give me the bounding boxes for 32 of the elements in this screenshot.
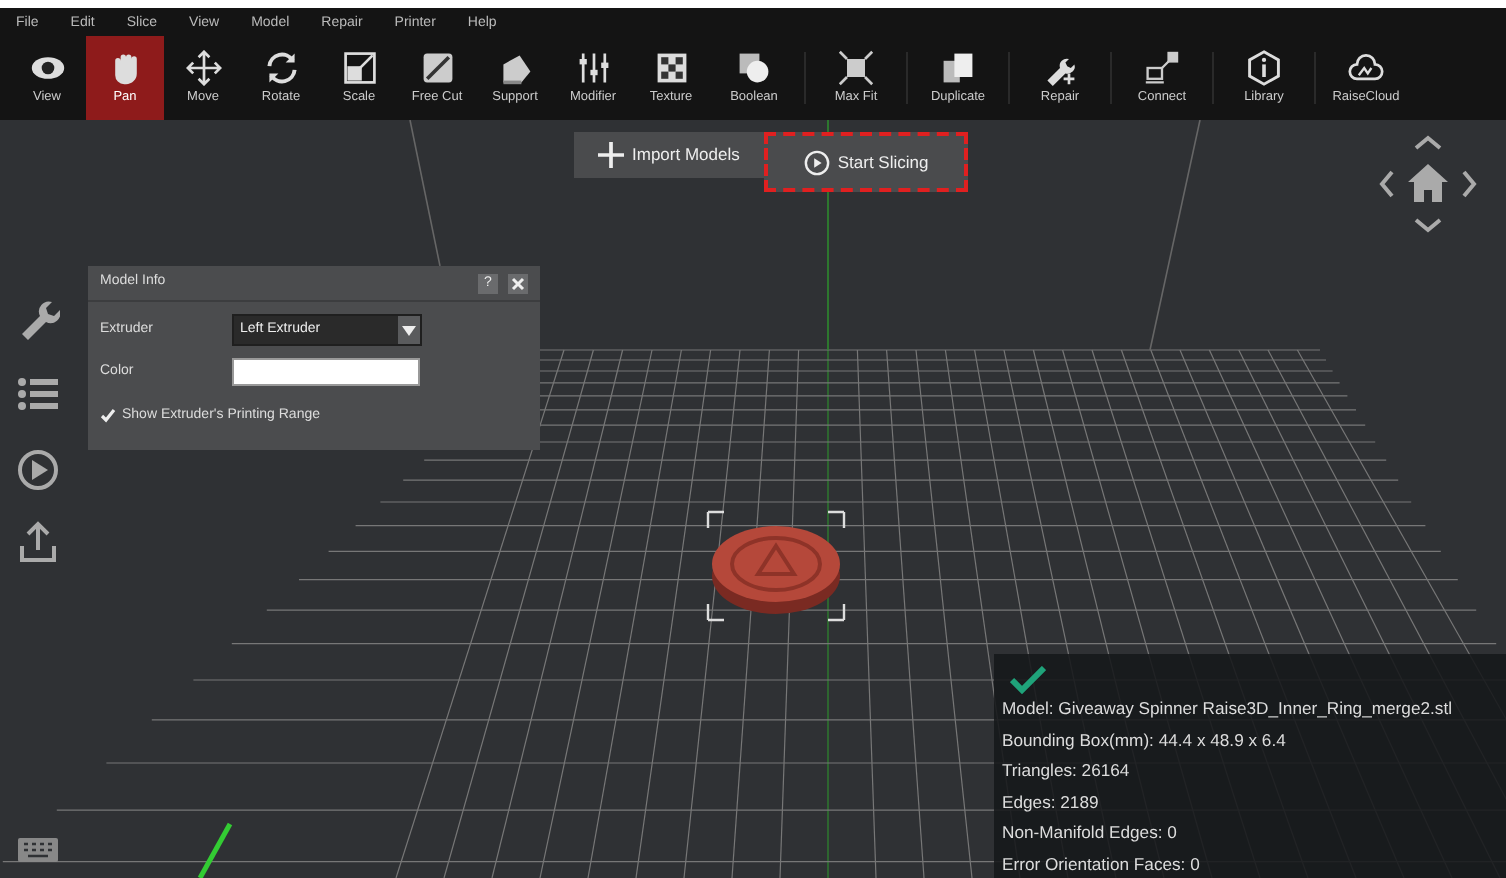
duplicate-icon xyxy=(940,50,976,87)
support-icon xyxy=(497,50,533,87)
plus-icon xyxy=(598,142,624,168)
close-button[interactable] xyxy=(508,273,528,293)
stat-line: Triangles: 26164 xyxy=(1002,758,1132,785)
checker-icon xyxy=(653,50,689,87)
stat-line: Model: Giveaway Spinner Raise3D_Inner_Ring_merge2.stl xyxy=(1002,696,1454,722)
cut-icon xyxy=(419,50,455,87)
sliders-icon xyxy=(575,50,611,87)
stat-line: Bounding Box(mm): 44.4 x 48.9 x 6.4 xyxy=(1002,727,1288,754)
list-icon[interactable] xyxy=(16,376,60,412)
check-icon xyxy=(1010,666,1046,694)
stat-line: Non-Manifold Edges: 0 xyxy=(1002,820,1179,847)
start-slicing-button[interactable]: Start Slicing xyxy=(763,132,969,192)
upload-icon[interactable] xyxy=(16,520,60,564)
play-icon xyxy=(803,149,830,175)
rotate-icon xyxy=(263,50,299,87)
model-drawing xyxy=(704,508,848,624)
import-button[interactable]: Import Models xyxy=(574,132,764,178)
color-swatch[interactable] xyxy=(232,358,420,386)
stat-line: Edges: 2189 xyxy=(1002,789,1101,816)
play-icon[interactable] xyxy=(16,448,60,492)
info-hexagon-icon xyxy=(1246,50,1282,87)
keyboard-icon[interactable] xyxy=(16,836,60,864)
move-icon xyxy=(185,50,221,87)
caret-icon xyxy=(402,325,416,335)
scale-icon xyxy=(341,50,377,87)
max-fit-icon xyxy=(838,50,874,87)
connect-icon xyxy=(1144,50,1180,87)
boolean-icon xyxy=(736,50,772,87)
stat-line: Error Orientation Faces: 0 xyxy=(1002,851,1202,878)
check-icon xyxy=(100,408,116,425)
